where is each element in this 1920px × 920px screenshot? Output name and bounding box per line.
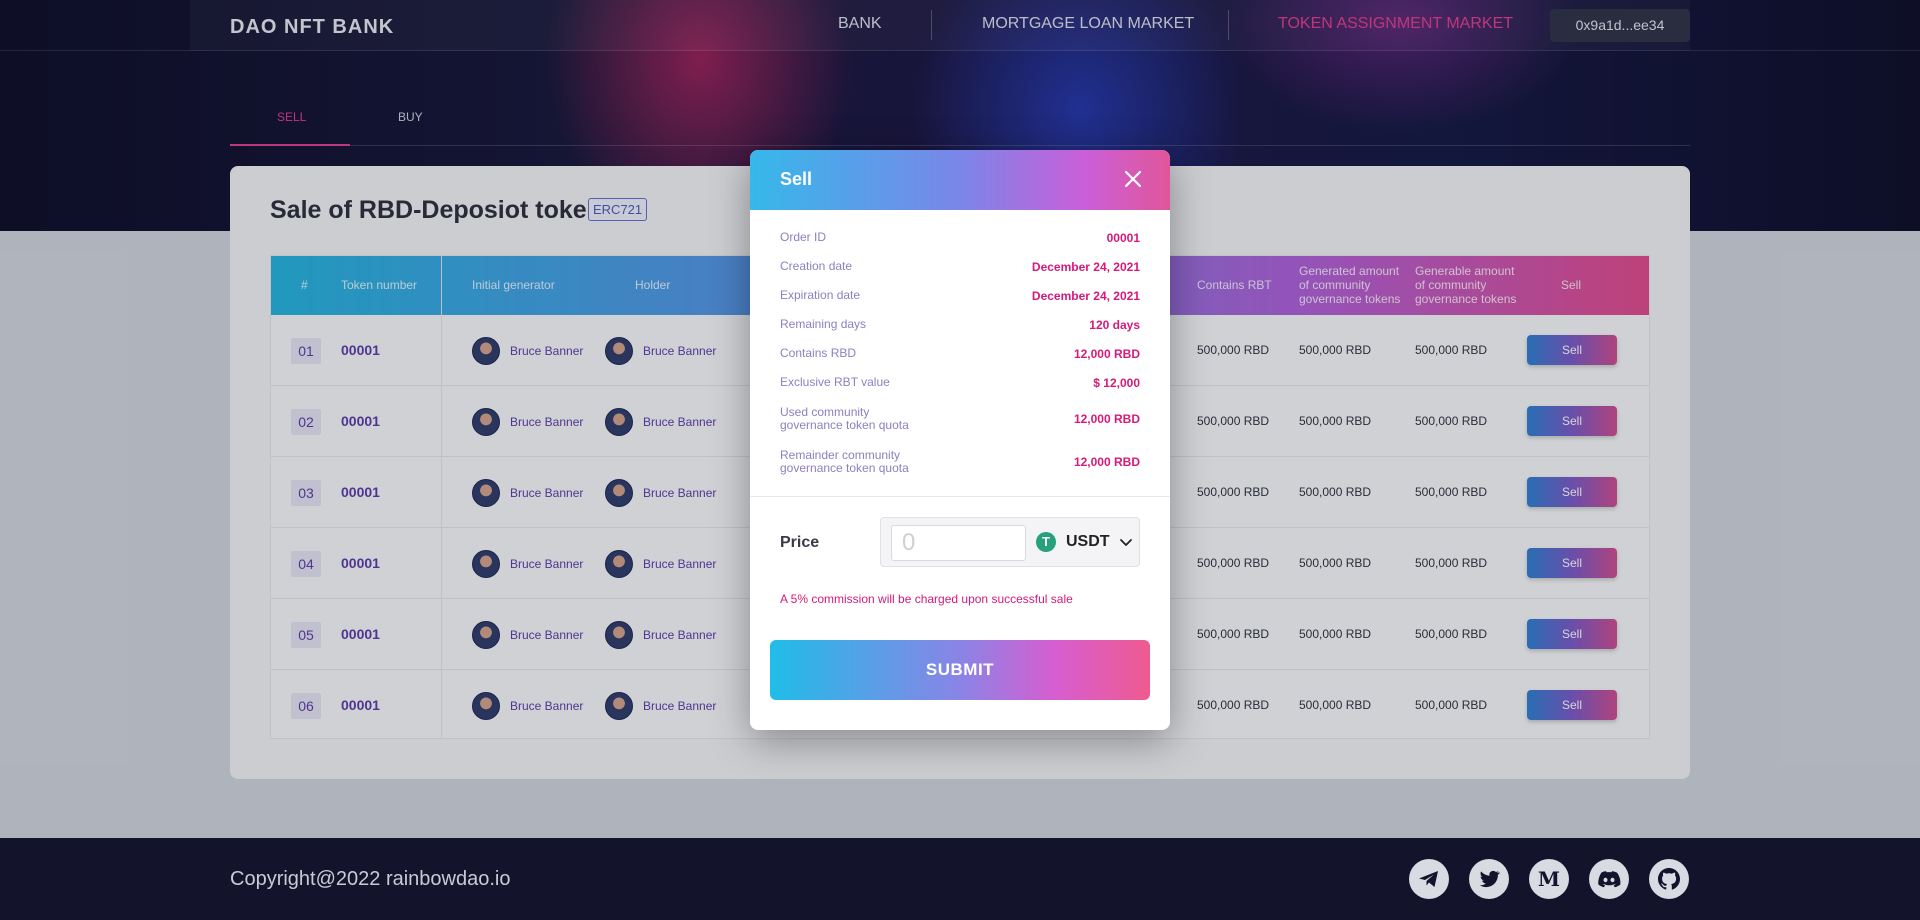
detail-label: Exclusive RBT value	[780, 375, 890, 389]
detail-label: Order ID	[780, 230, 827, 244]
price-field-group: T USDT	[880, 517, 1140, 567]
twitter-icon[interactable]	[1469, 859, 1509, 899]
footer: Copyright@2022 rainbowdao.io M	[0, 838, 1920, 920]
price-label: Price	[780, 534, 820, 551]
currency-select[interactable]: USDT	[1066, 533, 1110, 551]
commission-note: A 5% commission will be charged upon suc…	[780, 592, 1073, 606]
detail-value: 12,000 RBD	[1073, 412, 1140, 426]
copyright-text: Copyright@2022 rainbowdao.io	[230, 868, 511, 890]
discord-icon[interactable]	[1589, 859, 1629, 899]
telegram-icon[interactable]	[1409, 859, 1449, 899]
detail-value: 12,000 RBD	[1073, 347, 1140, 361]
medium-icon[interactable]: M	[1529, 859, 1569, 899]
price-input[interactable]	[891, 525, 1026, 561]
chevron-down-icon[interactable]	[1118, 535, 1134, 551]
submit-button[interactable]: SUBMIT	[770, 640, 1150, 700]
detail-value: 120 days	[1089, 318, 1140, 332]
close-icon[interactable]	[1122, 168, 1144, 190]
github-icon[interactable]	[1649, 859, 1689, 899]
detail-label: Creation date	[780, 259, 853, 273]
detail-value: 00001	[1106, 231, 1140, 245]
detail-label: Remaining days	[780, 317, 867, 331]
tether-icon: T	[1036, 532, 1056, 552]
svg-text:M: M	[1538, 867, 1560, 891]
detail-value: 12,000 RBD	[1073, 455, 1140, 469]
detail-label: Expiration date	[780, 288, 861, 302]
detail-value: December 24, 2021	[1031, 260, 1140, 274]
modal-title: Sell	[780, 169, 813, 189]
detail-label: Used community governance token quota	[780, 405, 909, 432]
detail-label: Remainder community governance token quo…	[780, 448, 909, 475]
modal-header: Sell	[750, 150, 1170, 210]
modal-divider	[750, 496, 1170, 497]
detail-value: $ 12,000	[1093, 376, 1140, 390]
sell-modal: Sell Order ID 00001 Creation date Decemb…	[750, 150, 1170, 730]
detail-label: Contains RBD	[780, 346, 857, 360]
detail-value: December 24, 2021	[1031, 289, 1140, 303]
